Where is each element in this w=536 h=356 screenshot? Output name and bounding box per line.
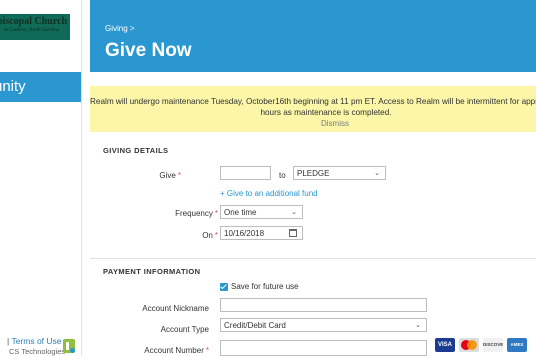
- calendar-icon[interactable]: [289, 229, 297, 237]
- fund-select[interactable]: PLEDGE ⌄: [293, 166, 386, 180]
- terms-of-use-link[interactable]: Terms of Use: [11, 336, 61, 346]
- account-type-label: Account Type: [160, 325, 209, 334]
- frequency-select-value: One time: [224, 208, 257, 217]
- save-for-future-checkbox[interactable]: [220, 283, 228, 291]
- give-label-text: Give: [159, 171, 176, 180]
- banner-line2: hours as maintenance is completed.: [260, 108, 392, 117]
- save-for-future-label[interactable]: Save for future use: [231, 282, 299, 291]
- breadcrumb[interactable]: Giving >: [105, 24, 135, 33]
- help-icon-bar: [66, 342, 69, 350]
- help-icon[interactable]: [63, 339, 75, 353]
- sidebar-item-community[interactable]: unity: [0, 72, 81, 102]
- date-input-value: 10/16/2018: [224, 229, 265, 238]
- banner-line1: Realm will undergo maintenance Tuesday, …: [90, 97, 536, 106]
- fund-select-value: PLEDGE: [297, 169, 330, 178]
- amex-card-icon: AMEX: [507, 338, 527, 352]
- to-label: to: [279, 171, 286, 180]
- required-marker: *: [205, 346, 209, 355]
- account-number-input[interactable]: [220, 340, 427, 356]
- footer-links: | Terms of Use: [7, 336, 62, 346]
- payment-information-heading: PAYMENT INFORMATION: [103, 267, 201, 276]
- mastercard-card-icon: [459, 338, 479, 352]
- dismiss-link[interactable]: Dismiss: [90, 119, 536, 128]
- mastercard-orange-circle: [467, 340, 477, 350]
- sidebar-item-label: unity: [0, 78, 26, 95]
- visa-card-icon: VISA: [435, 338, 455, 352]
- giving-details-heading: GIVING DETAILS: [103, 146, 169, 155]
- add-fund-link[interactable]: + Give to an additional fund: [220, 189, 318, 198]
- on-label-text: On: [202, 231, 213, 240]
- give-label: Give *: [159, 171, 181, 180]
- account-number-label-text: Account Number: [144, 346, 204, 355]
- banner-message: Realm will undergo maintenance Tuesday, …: [90, 96, 536, 118]
- frequency-select[interactable]: One time ⌄: [220, 205, 303, 219]
- on-label: On *: [202, 231, 218, 240]
- account-nickname-label: Account Nickname: [142, 304, 209, 313]
- help-icon-dot: [70, 348, 75, 353]
- footer-separator: |: [7, 336, 10, 346]
- maintenance-banner: Realm will undergo maintenance Tuesday, …: [90, 86, 536, 132]
- required-marker: *: [214, 231, 218, 240]
- chevron-down-icon: ⌄: [415, 322, 421, 329]
- church-logo[interactable]: piscopal Church in Cashiers, North Carol…: [0, 14, 70, 40]
- logo-line1: piscopal Church: [0, 16, 68, 27]
- account-number-label: Account Number *: [144, 346, 209, 355]
- amount-input[interactable]: [220, 166, 271, 180]
- frequency-label-text: Frequency: [175, 209, 213, 218]
- account-nickname-input[interactable]: [220, 298, 427, 312]
- required-marker: *: [214, 209, 218, 218]
- account-type-select[interactable]: Credit/Debit Card ⌄: [220, 318, 427, 332]
- section-divider: [90, 258, 536, 259]
- sidebar: piscopal Church in Cashiers, North Carol…: [0, 0, 82, 356]
- discover-card-icon: DISCOVER: [483, 338, 503, 352]
- date-input[interactable]: 10/16/2018: [220, 226, 303, 240]
- account-type-value: Credit/Debit Card: [224, 321, 286, 330]
- logo-line2: in Cashiers, North Carolina: [4, 28, 59, 33]
- page-header: Giving > Give Now: [90, 0, 536, 72]
- chevron-down-icon: ⌄: [291, 209, 297, 216]
- required-marker: *: [177, 171, 181, 180]
- page-title: Give Now: [105, 40, 192, 61]
- footer-company: CS Technologies: [9, 347, 66, 356]
- chevron-down-icon: ⌄: [374, 170, 380, 177]
- frequency-label: Frequency *: [175, 209, 218, 218]
